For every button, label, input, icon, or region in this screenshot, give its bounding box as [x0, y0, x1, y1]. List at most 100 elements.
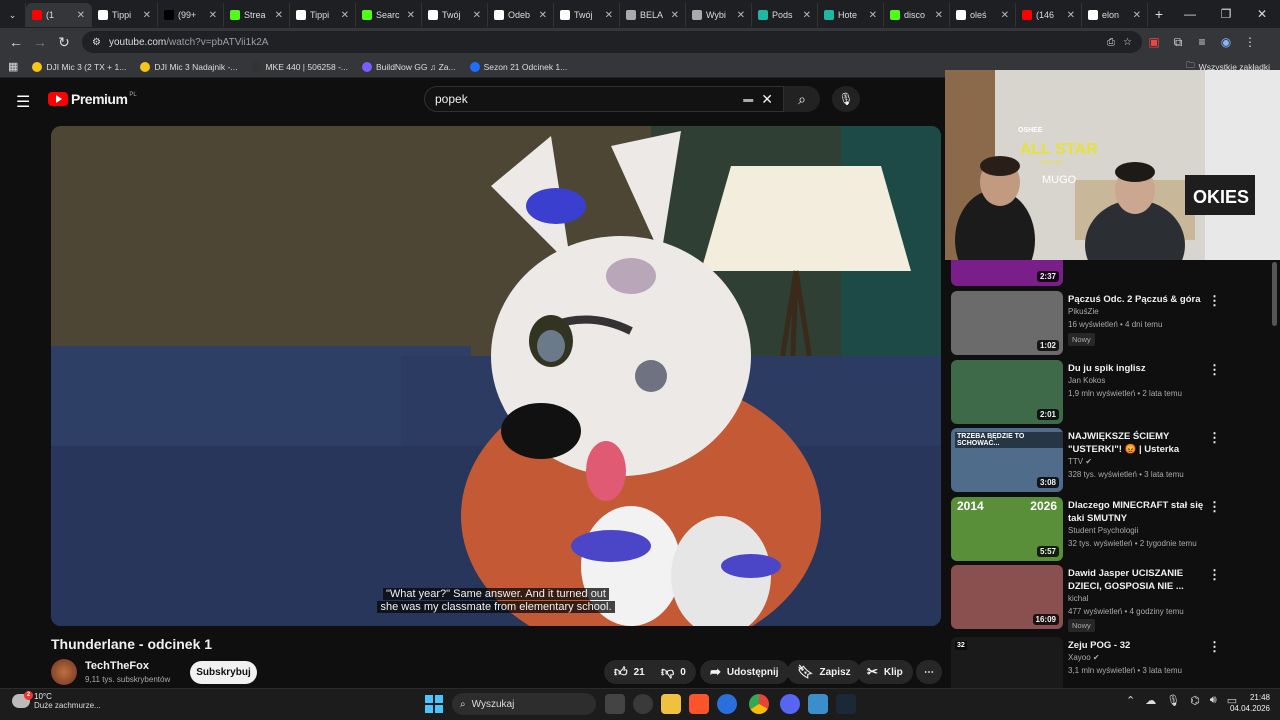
hamburger-menu-icon[interactable]: ☰: [16, 92, 30, 112]
discord-icon[interactable]: [780, 694, 800, 714]
back-icon[interactable]: ←: [4, 34, 28, 50]
tab-12[interactable]: Hote ✕: [818, 3, 884, 27]
recommendation-channel[interactable]: Xayoo ✔: [1068, 653, 1100, 662]
tab-10[interactable]: Wybi ✕: [686, 3, 752, 27]
recommendation-item[interactable]: TRZEBA BĘDZIE TO SCHOWAĆ... 3:08 NAJWIĘKSZ…: [950, 428, 1270, 492]
recommendation-title[interactable]: Pączuś Odc. 2 Pączuś & góra: [1068, 293, 1218, 306]
tab-close-icon[interactable]: ✕: [407, 10, 415, 21]
profile-avatar[interactable]: ◉: [1214, 35, 1238, 49]
recommendation-channel[interactable]: kichal: [1068, 594, 1088, 603]
restore-icon[interactable]: ❐: [1208, 0, 1244, 28]
video-thumbnail[interactable]: TRZEBA BĘDZIE TO SCHOWAĆ... 3:08: [951, 428, 1063, 492]
search-button[interactable]: ⌕: [784, 86, 820, 112]
chevron-up-icon[interactable]: ⌃: [1126, 694, 1135, 707]
like-button[interactable]: 👍︎ 21: [604, 660, 656, 684]
video-thumbnail[interactable]: 1:02: [951, 291, 1063, 355]
recommendation-channel[interactable]: TTV ✔: [1068, 457, 1092, 466]
channel-avatar[interactable]: [51, 659, 77, 685]
tab-3[interactable]: Strea ✕: [224, 3, 290, 27]
tab-4[interactable]: Tippi ✕: [290, 3, 356, 27]
volume-icon[interactable]: 🔊︎: [1210, 694, 1217, 707]
video-thumbnail[interactable]: 2014 2026 5:57: [951, 497, 1063, 561]
recommendation-channel[interactable]: PikuśZie: [1068, 307, 1099, 316]
file-explorer-icon[interactable]: [661, 694, 681, 714]
recommendation-channel[interactable]: Jan Kokos: [1068, 376, 1105, 385]
clock[interactable]: 21:48 04.04.2026: [1224, 692, 1270, 714]
tab-close-icon[interactable]: ✕: [539, 10, 547, 21]
recommendation-title[interactable]: Dawid Jasper UCISZANIE DZIECI, GOSPOSIA …: [1068, 567, 1218, 593]
youtube-logo[interactable]: Premium PL: [48, 91, 137, 107]
start-windows-icon[interactable]: [424, 694, 444, 714]
subscribe-button[interactable]: Subskrybuj: [190, 661, 257, 684]
more-vertical-icon[interactable]: ⋮: [1208, 362, 1221, 378]
tab-8[interactable]: Twój ✕: [554, 3, 620, 27]
voice-search-button[interactable]: 🎙: [832, 86, 860, 112]
bookmark-item[interactable]: DJI Mic 3 Nadajnik -...: [140, 61, 237, 72]
extension-badge-icon[interactable]: ▣: [1142, 35, 1166, 49]
tab-15[interactable]: (146 ✕: [1016, 3, 1082, 27]
video-player[interactable]: [51, 126, 941, 626]
weather-widget[interactable]: 10°C Duże zachmurze...: [12, 692, 101, 710]
tab-close-icon[interactable]: ✕: [341, 10, 349, 21]
video-thumbnail[interactable]: 16:09: [951, 565, 1063, 629]
tab-close-icon[interactable]: ✕: [77, 10, 85, 21]
site-info-icon[interactable]: ⚙: [92, 37, 101, 48]
tab-close-icon[interactable]: ✕: [671, 10, 679, 21]
new-tab-button[interactable]: +: [1148, 6, 1170, 22]
copilot-icon[interactable]: [633, 694, 653, 714]
address-bar[interactable]: ⚙ youtube.com/watch?v=pbATVii1k2A ⎙ ☆: [82, 31, 1142, 53]
recommendation-item[interactable]: 16:09 Dawid Jasper UCISZANIE DZIECI, GOSP…: [950, 565, 1270, 632]
taskbar-search[interactable]: ⌕ Wyszukaj: [452, 693, 596, 715]
recommendation-item[interactable]: 2:01 Du ju spik inglisz Jan Kokos 1,9 mln w…: [950, 360, 1270, 424]
tab-13[interactable]: disco ✕: [884, 3, 950, 27]
tab-16[interactable]: elon ✕: [1082, 3, 1148, 27]
tab-close-icon[interactable]: ✕: [737, 10, 745, 21]
recommendation-title[interactable]: Zeju POG - 32: [1068, 639, 1218, 652]
save-button[interactable]: 🔖︎ Zapisz: [787, 660, 861, 684]
tab-6[interactable]: Twój ✕: [422, 3, 488, 27]
tab-2[interactable]: (99+ ✕: [158, 3, 224, 27]
close-icon[interactable]: ✕: [1244, 0, 1280, 28]
more-vertical-icon[interactable]: ⋮: [1208, 639, 1221, 655]
bookmark-item[interactable]: BuildNow GG ♫ Za...: [362, 61, 456, 72]
menu-icon[interactable]: ⋮: [1238, 35, 1262, 49]
tab-0[interactable]: (1 ✕: [26, 3, 92, 27]
steam-icon[interactable]: [836, 694, 856, 714]
more-vertical-icon[interactable]: ⋮: [1208, 567, 1221, 583]
recommendation-channel[interactable]: Student Psychologii: [1068, 526, 1138, 535]
onedrive-icon[interactable]: ☁: [1145, 694, 1156, 707]
tab-close-icon[interactable]: ✕: [1133, 10, 1141, 21]
bookmark-item[interactable]: MKE 440 | 506258 -...: [251, 61, 348, 72]
search-input[interactable]: popek ▬ ✕: [424, 86, 784, 112]
video-thumbnail[interactable]: 2:01: [951, 360, 1063, 424]
ccleaner-icon[interactable]: [717, 694, 737, 714]
tab-9[interactable]: BELA ✕: [620, 3, 686, 27]
reload-icon[interactable]: ↻: [52, 34, 76, 51]
tab-close-icon[interactable]: ✕: [275, 10, 283, 21]
tab-close-icon[interactable]: ✕: [803, 10, 811, 21]
dislike-button[interactable]: 👎︎ 0: [651, 660, 696, 684]
bookmark-item[interactable]: Sezon 21 Odcinek 1...: [469, 61, 567, 72]
more-vertical-icon[interactable]: ⋮: [1208, 293, 1221, 309]
channel-name[interactable]: TechTheFox: [85, 660, 149, 672]
tab-7[interactable]: Odeb ✕: [488, 3, 554, 27]
tab-5[interactable]: Searc ✕: [356, 3, 422, 27]
bookmark-item[interactable]: DJI Mic 3 (2 TX + 1...: [32, 61, 126, 72]
sidebar-scrollbar[interactable]: [1272, 262, 1277, 326]
task-view-icon[interactable]: [605, 694, 625, 714]
tab-close-icon[interactable]: ✕: [143, 10, 151, 21]
recommendation-title[interactable]: Du ju spik inglisz: [1068, 362, 1218, 375]
brave-icon[interactable]: [689, 694, 709, 714]
share-button[interactable]: ➦ Udostępnij: [700, 660, 789, 684]
recommendation-title[interactable]: Dlaczego MINECRAFT stał się taki SMUTNY: [1068, 499, 1218, 525]
microphone-icon[interactable]: 🎙: [1166, 694, 1180, 707]
recommendation-title[interactable]: NAJWIĘKSZE ŚCIEMY "USTERKI"! 😡 | Usterka: [1068, 430, 1218, 456]
more-vertical-icon[interactable]: ⋮: [1208, 499, 1221, 515]
bookmark-star-icon[interactable]: ☆: [1123, 37, 1132, 48]
tab-list-button[interactable]: ⌄: [0, 3, 26, 27]
media-controls-icon[interactable]: ≡: [1190, 35, 1214, 49]
recommendation-item[interactable]: 1:02 Pączuś Odc. 2 Pączuś & góra PikuśZie 1…: [950, 291, 1270, 355]
keyboard-icon[interactable]: ▬: [743, 94, 753, 105]
tab-close-icon[interactable]: ✕: [1001, 10, 1009, 21]
clear-search-icon[interactable]: ✕: [761, 91, 773, 108]
